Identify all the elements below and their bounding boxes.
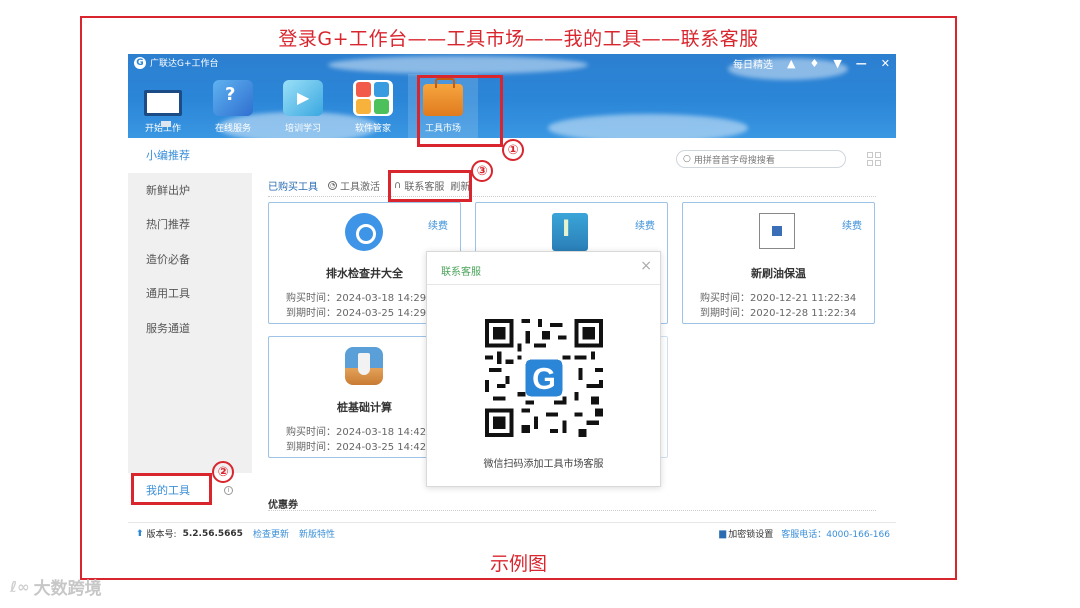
sidebar-item-new[interactable]: 新鲜出炉	[128, 173, 252, 208]
paint-tool-icon	[759, 213, 795, 249]
nav-online-service[interactable]: 在线服务	[198, 74, 268, 138]
dialog-close-icon[interactable]: ×	[640, 258, 652, 274]
sidebar-item-recommended[interactable]: 小编推荐	[128, 138, 252, 173]
svg-text:G: G	[532, 362, 556, 396]
pile-foundation-icon	[345, 347, 383, 385]
step-2-marker: ②	[212, 461, 234, 483]
video-icon	[283, 80, 323, 116]
page-heading: 登录G+工作台——工具市场——我的工具——联系客服	[278, 28, 759, 50]
highlight-my-tools	[131, 473, 212, 505]
lock-settings-link[interactable]: 加密锁设置	[728, 527, 773, 540]
highlight-contact-support	[388, 170, 472, 202]
tool-card-paint[interactable]: 续费 新刷油保温 购买时间：2020-12-21 11:22:34 到期时间：2…	[682, 202, 875, 324]
upgrade-arrow-icon: ⬆	[136, 528, 144, 539]
purchase-time: 购买时间：2024-03-18 14:29	[286, 293, 427, 304]
purchase-time: 购买时间：2024-03-18 14:42	[286, 427, 427, 438]
renew-button[interactable]: 续费	[635, 217, 655, 232]
nav-label: 培训学习	[284, 124, 321, 134]
renew-button[interactable]: 续费	[428, 217, 448, 232]
skin-icon[interactable]: ♦	[809, 57, 819, 70]
version-label: 版本号:	[146, 530, 177, 540]
status-bar: ⬆ 版本号: 5.2.56.5665 检查更新 新版特性 ▆ 加密锁设置 客服电…	[128, 522, 896, 544]
new-features-link[interactable]: 新版特性	[299, 527, 335, 540]
nav-label: 软件管家	[354, 124, 391, 134]
support-phone: 客服电话：4000-166-166	[781, 530, 890, 540]
tab-activate[interactable]: ◔ 工具激活	[328, 178, 380, 193]
g-logo-icon: G	[134, 56, 146, 69]
app-logo: G 广联达G+工作台	[134, 56, 219, 69]
sidebar-item-hot[interactable]: 热门推荐	[128, 207, 252, 242]
close-icon[interactable]: ✕	[881, 57, 890, 70]
grid-view-icon[interactable]	[867, 152, 881, 166]
search-input[interactable]: ○ 用拼音首字母搜搜看	[676, 150, 846, 168]
activate-icon: ◔	[328, 181, 337, 190]
title-bar: G 广联达G+工作台 每日精选 ▲ ♦ ▼ — ✕ 开始工作 在线服务	[128, 54, 896, 142]
sidebar: 小编推荐 新鲜出炉 热门推荐 造价必备 通用工具 服务通道	[128, 138, 252, 473]
sidebar-item-general[interactable]: 通用工具	[128, 276, 252, 311]
drain-well-icon	[345, 213, 383, 251]
app-window: G 广联达G+工作台 每日精选 ▲ ♦ ▼ — ✕ 开始工作 在线服务	[128, 54, 896, 544]
book-icon	[552, 213, 588, 251]
menu-dropdown-icon[interactable]: ▼	[833, 57, 841, 70]
expire-time: 到期时间：2020-12-28 11:22:34	[700, 308, 857, 319]
highlight-tool-market	[417, 75, 503, 147]
expire-time: 到期时间：2024-03-25 14:29	[286, 308, 427, 319]
daily-pick-link[interactable]: 每日精选	[733, 56, 773, 71]
nav-start-work[interactable]: 开始工作	[128, 74, 198, 138]
step-3-marker: ③	[471, 160, 493, 182]
window-controls: 每日精选 ▲ ♦ ▼ — ✕	[733, 56, 890, 71]
bell-icon[interactable]: ▲	[787, 57, 795, 70]
version-number: 5.2.56.5665	[182, 528, 243, 539]
wechat-qr-code: G	[485, 319, 603, 437]
dialog-title: 联系客服	[441, 267, 481, 278]
watermark: ℓ∞ 大数跨境	[10, 574, 102, 600]
lock-icon: ▆	[719, 528, 727, 539]
watermark-text: 大数跨境	[33, 579, 102, 599]
nav-label: 在线服务	[214, 124, 251, 134]
search-placeholder: 用拼音首字母搜搜看	[693, 155, 775, 166]
figure-caption: 示例图	[489, 553, 547, 575]
watermark-logo-icon: ℓ∞	[10, 577, 30, 596]
window-title: 广联达G+工作台	[150, 59, 219, 69]
dialog-tip: 微信扫码添加工具市场客服	[483, 459, 604, 470]
check-update-link[interactable]: 检查更新	[253, 527, 289, 540]
tool-name: 新刷油保温	[751, 267, 806, 280]
minimize-icon[interactable]: —	[856, 57, 867, 70]
service-icon	[213, 80, 253, 116]
sidebar-item-service[interactable]: 服务通道	[128, 311, 252, 346]
sidebar-item-cost[interactable]: 造价必备	[128, 242, 252, 277]
contact-support-dialog: 联系客服 × G 微信扫码添加工具市场客服	[426, 251, 661, 487]
nav-software-manager[interactable]: 软件管家	[338, 74, 408, 138]
nav-training[interactable]: 培训学习	[268, 74, 338, 138]
purchase-time: 购买时间：2020-12-21 11:22:34	[700, 293, 857, 304]
monitor-icon	[144, 90, 182, 127]
tab-label: 工具激活	[340, 182, 380, 193]
coupon-heading: 优惠券	[268, 500, 298, 511]
renew-button[interactable]: 续费	[842, 217, 862, 232]
search-icon: ○	[683, 154, 691, 164]
apps-icon	[353, 80, 393, 116]
info-icon[interactable]: i	[224, 485, 233, 495]
expire-time: 到期时间：2024-03-25 14:42	[286, 442, 427, 453]
step-1-marker: ①	[502, 139, 524, 161]
tab-purchased[interactable]: 已购买工具	[268, 178, 318, 193]
